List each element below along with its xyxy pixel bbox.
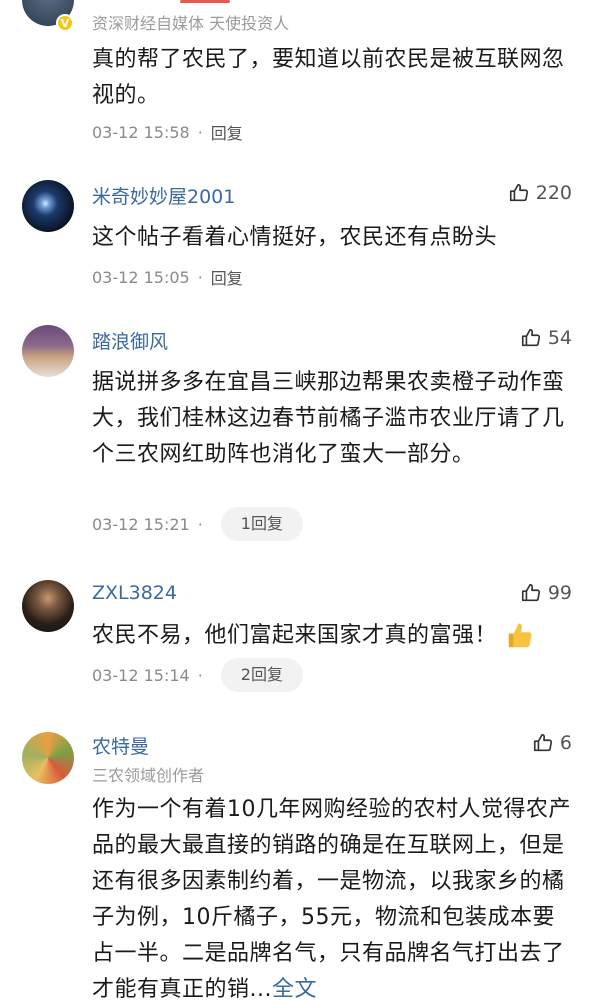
like-count: 220 xyxy=(535,182,572,204)
comment-4: ZXL3824 99 农民不易，他们富起来国家才真的富强！ 03-12 15:1… xyxy=(0,570,594,700)
comment-text: 作为一个有着10几年网购经验的农村人觉得农产品的最大最直接的销路的确是在互联网上… xyxy=(92,792,572,1000)
like-count: 99 xyxy=(547,582,572,604)
avatar[interactable] xyxy=(22,325,74,377)
comment-time: 03-12 15:58 xyxy=(92,122,190,142)
author-title: 三农领域创作者 xyxy=(92,766,205,785)
thumbs-up-emoji-icon xyxy=(508,623,532,648)
comment-text: 据说拼多多在宜昌三峡那边帮果农卖橙子动作蛮大，我们桂林这边春节前橘子滥市农业厅请… xyxy=(92,370,565,467)
like-count: 54 xyxy=(547,327,572,349)
comment-meta: 03-12 15:14 · 2回复 xyxy=(92,658,303,692)
avatar[interactable] xyxy=(22,180,74,232)
comment-meta: 03-12 15:05 · 回复 xyxy=(92,265,243,289)
thumbs-up-icon xyxy=(521,583,540,602)
avatar[interactable] xyxy=(22,580,74,632)
like-count: 6 xyxy=(559,732,572,754)
like-button[interactable]: 6 xyxy=(532,732,572,754)
comment-username[interactable]: 米奇妙妙屋2001 xyxy=(92,182,235,209)
comment-text: 农民不易，他们富起来国家才真的富强！ xyxy=(92,618,572,654)
comment-1: V 资深财经自媒体 天使投资人 真的帮了农民了，要知道以前农民是被互联网忽视的。… xyxy=(0,0,594,160)
comment-text-content: 农民不易，他们富起来国家才真的富强！ xyxy=(92,623,498,648)
like-button[interactable]: 99 xyxy=(520,582,572,604)
comment-username[interactable]: ZXL3824 xyxy=(92,582,177,604)
separator-dot: · xyxy=(197,122,203,142)
thumbs-up-icon xyxy=(509,183,528,202)
comment-username[interactable]: 踏浪御风 xyxy=(92,327,168,354)
comment-time: 03-12 15:14 xyxy=(92,665,190,685)
like-button[interactable]: 220 xyxy=(508,182,572,204)
thumbs-up-icon xyxy=(533,733,552,752)
comment-meta: 03-12 15:58 · 回复 xyxy=(92,120,243,144)
comment-3: 踏浪御风 54 据说拼多多在宜昌三峡那边帮果农卖橙子动作蛮大，我们桂林这边春节前… xyxy=(0,315,594,555)
reply-button[interactable]: 回复 xyxy=(211,120,243,144)
verified-badge-icon: V xyxy=(56,14,74,32)
comment-text: 这个帖子看着心情挺好，农民还有点盼头 xyxy=(92,225,498,250)
comment-text: 真的帮了农民了，要知道以前农民是被互联网忽视的。 xyxy=(92,47,565,108)
comment-username[interactable]: 农特曼 xyxy=(92,732,149,759)
comment-time: 03-12 15:21 xyxy=(92,514,190,534)
replies-button[interactable]: 1回复 xyxy=(220,507,303,541)
author-title: 资深财经自媒体 天使投资人 xyxy=(92,14,290,33)
thumbs-up-icon xyxy=(521,328,540,347)
comment-5: 农特曼 三农领域创作者 6 作为一个有着10几年网购经验的农村人觉得农产品的最大… xyxy=(0,720,594,1000)
like-button[interactable]: 54 xyxy=(520,327,572,349)
separator-dot: · xyxy=(197,665,203,685)
comment-meta: 03-12 15:21 · 1回复 xyxy=(92,507,303,541)
comment-2: 米奇妙妙屋2001 220 这个帖子看着心情挺好，农民还有点盼头 03-12 1… xyxy=(0,170,594,300)
comment-time: 03-12 15:05 xyxy=(92,267,190,287)
avatar[interactable] xyxy=(22,732,74,784)
separator-dot: · xyxy=(197,267,203,287)
replies-button[interactable]: 2回复 xyxy=(220,658,303,692)
full-text-link[interactable]: 全文 xyxy=(272,977,317,1000)
comment-text-content: 作为一个有着10几年网购经验的农村人觉得农产品的最大最直接的销路的确是在互联网上… xyxy=(92,797,571,1000)
reply-button[interactable]: 回复 xyxy=(211,265,243,289)
separator-dot: · xyxy=(197,514,203,534)
